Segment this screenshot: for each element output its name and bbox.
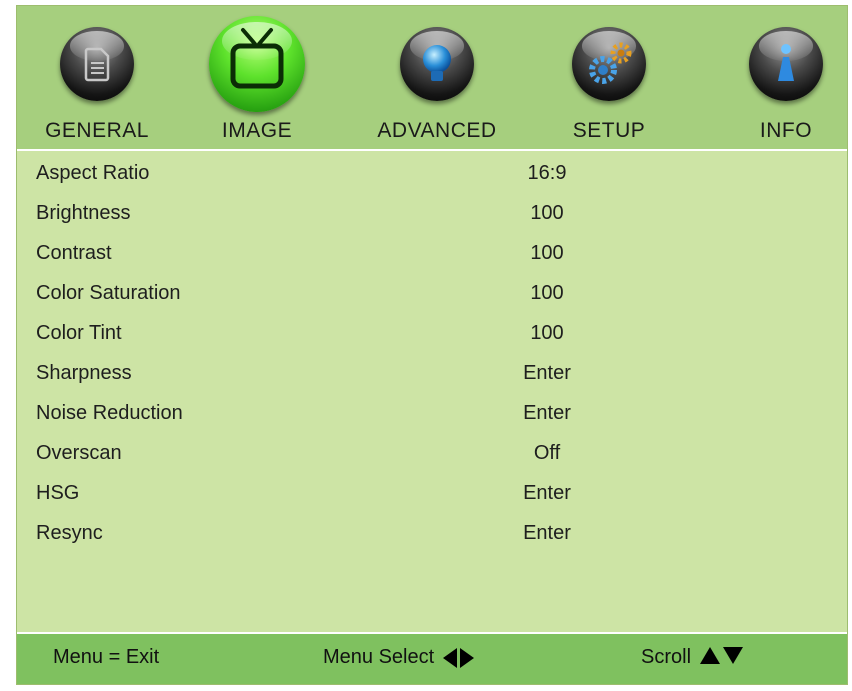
setting-label: Color Tint — [36, 322, 122, 344]
setting-label: Resync — [36, 522, 103, 544]
settings-list: Aspect Ratio 16:9 Brightness 100 Contras… — [17, 156, 847, 556]
tab-label: INFO — [759, 119, 813, 142]
setting-noise-reduction[interactable]: Noise Reduction Enter — [17, 396, 847, 436]
setting-value[interactable]: 16:9 — [497, 162, 597, 185]
tab-label: ADVANCED — [377, 119, 497, 142]
setting-label: Brightness — [36, 202, 131, 224]
setting-label: Noise Reduction — [36, 402, 183, 424]
arrow-right-icon — [459, 647, 474, 668]
setting-color-saturation[interactable]: Color Saturation 100 — [17, 276, 847, 316]
info-icon — [749, 27, 823, 101]
setting-value[interactable]: Enter — [497, 402, 597, 425]
scroll-hint: Scroll — [641, 646, 743, 669]
setting-value[interactable]: Enter — [497, 362, 597, 385]
setting-value[interactable]: 100 — [497, 202, 597, 225]
tv-icon — [209, 16, 305, 112]
select-hint: Menu Select — [323, 646, 474, 669]
setting-brightness[interactable]: Brightness 100 — [17, 196, 847, 236]
tab-advanced[interactable]: ADVANCED — [357, 6, 517, 149]
osd-menu: GENERAL IMAGE ADVANCED SETUP INFO Aspect… — [16, 5, 848, 685]
tab-setup[interactable]: SETUP — [529, 6, 689, 149]
tab-info[interactable]: INFO — [706, 6, 852, 149]
setting-resync[interactable]: Resync Enter — [17, 516, 847, 556]
setting-label: Overscan — [36, 442, 122, 464]
setting-label: Contrast — [36, 242, 112, 264]
arrow-down-icon — [722, 647, 743, 665]
exit-hint: Menu = Exit — [53, 646, 160, 668]
setting-label: Sharpness — [36, 362, 132, 384]
lightbulb-icon — [400, 27, 474, 101]
tab-label: GENERAL — [45, 119, 149, 142]
setting-value[interactable]: Off — [497, 442, 597, 465]
tab-bar: GENERAL IMAGE ADVANCED SETUP INFO — [17, 6, 847, 151]
tab-image[interactable]: IMAGE — [177, 6, 337, 149]
document-icon — [60, 27, 134, 101]
gears-icon — [572, 27, 646, 101]
setting-label: HSG — [36, 482, 80, 504]
setting-overscan[interactable]: Overscan Off — [17, 436, 847, 476]
setting-value[interactable]: 100 — [497, 282, 597, 305]
select-hint-label: Menu Select — [323, 646, 435, 668]
tab-label: IMAGE — [221, 119, 293, 142]
scroll-hint-label: Scroll — [641, 646, 692, 668]
setting-label: Aspect Ratio — [36, 162, 150, 184]
setting-sharpness[interactable]: Sharpness Enter — [17, 356, 847, 396]
setting-aspect-ratio[interactable]: Aspect Ratio 16:9 — [17, 156, 847, 196]
setting-value[interactable]: Enter — [497, 522, 597, 545]
setting-value[interactable]: Enter — [497, 482, 597, 505]
arrow-left-icon — [442, 647, 457, 668]
tab-label: SETUP — [572, 119, 646, 142]
setting-contrast[interactable]: Contrast 100 — [17, 236, 847, 276]
footer-hint-bar: Menu = Exit Menu Select Scroll — [17, 632, 847, 684]
setting-value[interactable]: 100 — [497, 242, 597, 265]
arrow-up-icon — [699, 647, 720, 665]
setting-hsg[interactable]: HSG Enter — [17, 476, 847, 516]
tab-general[interactable]: GENERAL — [17, 6, 177, 149]
setting-label: Color Saturation — [36, 282, 181, 304]
setting-color-tint[interactable]: Color Tint 100 — [17, 316, 847, 356]
setting-value[interactable]: 100 — [497, 322, 597, 345]
